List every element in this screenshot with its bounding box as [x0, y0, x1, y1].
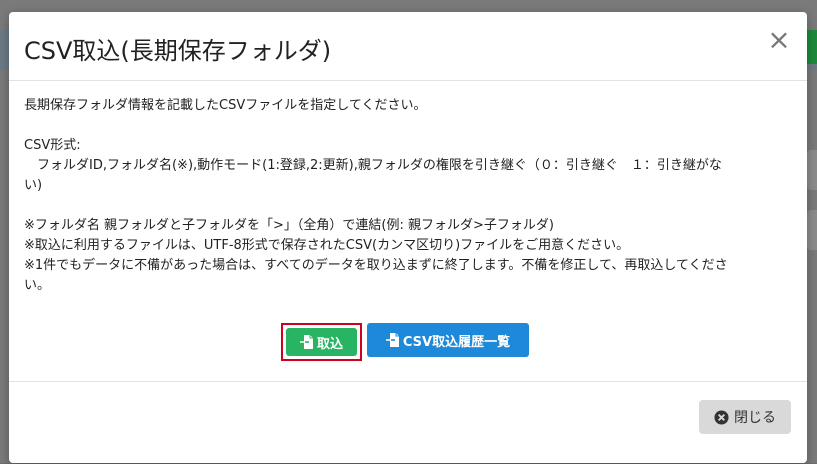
action-buttons: 取込 CSV取込履歴一覧	[9, 323, 807, 361]
modal-title: CSV取込(長期保存フォルダ)	[24, 37, 332, 65]
format-heading: CSV形式:	[24, 138, 81, 153]
note-error-cont: い。	[24, 278, 51, 293]
csv-import-history-button[interactable]: CSV取込履歴一覧	[367, 323, 529, 357]
modal-header: CSV取込(長期保存フォルダ) ×	[9, 12, 807, 81]
note-error: ※1件でもデータに不備があった場合は、すべてのデータを取り込まずに終了します。不…	[24, 258, 728, 273]
format-description: フォルダID,フォルダ名(※),動作モード(1:登録,2:更新),親フォルダの権…	[24, 158, 722, 173]
background-tab	[807, 150, 817, 190]
intro-text: 長期保存フォルダ情報を記載したCSVファイルを指定してください。	[24, 98, 427, 113]
format-description-cont: い)	[24, 178, 43, 193]
times-circle-icon	[714, 409, 729, 425]
csv-import-modal: CSV取込(長期保存フォルダ) × 長期保存フォルダ情報を記載したCSVファイル…	[9, 12, 807, 463]
close-button[interactable]: 閉じる	[699, 400, 791, 434]
import-button[interactable]: 取込	[286, 328, 357, 356]
import-button-highlight: 取込	[281, 323, 362, 361]
close-button-label: 閉じる	[734, 410, 776, 426]
file-import-icon	[299, 335, 313, 349]
note-folder-name: ※フォルダ名 親フォルダと子フォルダを「>」（全角）で連結(例: 親フォルダ>子…	[24, 218, 554, 233]
import-button-label: 取込	[316, 336, 343, 352]
note-encoding: ※取込に利用するファイルは、UTF-8形式で保存されたCSV(カンマ区切り)ファ…	[24, 238, 630, 253]
modal-body: 長期保存フォルダ情報を記載したCSVファイルを指定してください。 CSV形式: …	[24, 96, 794, 296]
modal-footer: 閉じる	[9, 381, 807, 464]
close-icon[interactable]: ×	[767, 26, 791, 54]
history-button-label: CSV取込履歴一覧	[402, 334, 511, 350]
file-import-icon	[385, 333, 399, 347]
background-tab	[807, 210, 817, 250]
